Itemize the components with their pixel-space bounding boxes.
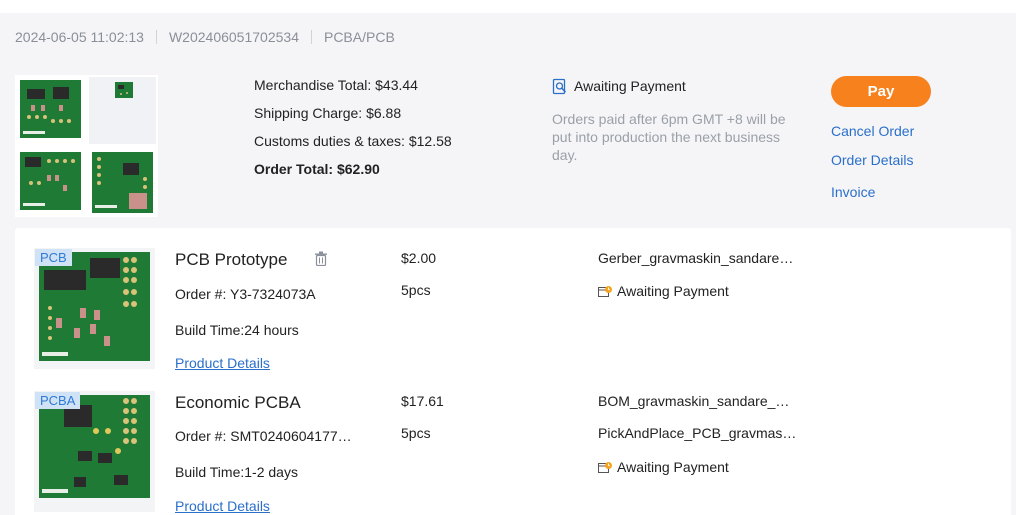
divider: [310, 30, 312, 44]
build-time: Build Time:24 hours: [175, 322, 299, 338]
status-note: Orders paid after 6pm GMT +8 will be put…: [552, 111, 786, 163]
file-name[interactable]: Gerber_gravmaskin_sandare…: [598, 250, 793, 266]
file-status: Awaiting Payment: [598, 283, 729, 299]
search-doc-icon: [552, 78, 567, 94]
pending-icon: [598, 461, 612, 473]
order-meta: 2024-06-05 11:02:13 W202406051702534 PCB…: [15, 29, 395, 45]
product-details-link[interactable]: Product Details: [175, 355, 270, 371]
pay-button[interactable]: Pay: [831, 76, 931, 107]
order-number-line: Order #: Y3-7324073A: [175, 286, 316, 302]
order-items-card: PCB PCB Prototype Order #: Y3-7324073A B…: [15, 228, 1011, 515]
product-name: Economic PCBA: [175, 393, 301, 412]
cancel-order-link[interactable]: Cancel Order: [831, 123, 914, 139]
product-image[interactable]: PCB: [34, 248, 155, 369]
pcb-board-image: [39, 252, 150, 361]
pcb-thumbnail: [20, 80, 81, 138]
customs-duties: Customs duties & taxes: $12.58: [254, 133, 452, 149]
item-quantity: 5pcs: [401, 425, 431, 441]
pcba-board-image: [39, 395, 150, 498]
product-type-badge: PCBA: [35, 392, 81, 409]
invoice-link[interactable]: Invoice: [831, 184, 875, 200]
product-type-badge: PCB: [35, 249, 72, 266]
build-time: Build Time:1-2 days: [175, 464, 298, 480]
order-category: PCBA/PCB: [323, 29, 395, 45]
pending-icon: [598, 285, 612, 297]
pcb-thumbnail: [20, 152, 81, 210]
top-strip: [0, 0, 1016, 13]
order-date: 2024-06-05 11:02:13: [15, 29, 144, 45]
trash-icon[interactable]: [314, 251, 328, 266]
order-number: W202406051702534: [168, 29, 299, 45]
order-number-line: Order #: SMT0240604177…: [175, 428, 352, 444]
file-name[interactable]: PickAndPlace_PCB_gravmas…: [598, 425, 796, 441]
item-price: $2.00: [401, 250, 437, 266]
merchandise-total: Merchandise Total: $43.44: [254, 77, 418, 93]
shipping-charge: Shipping Charge: $6.88: [254, 105, 402, 121]
product-name: PCB Prototype: [175, 250, 288, 269]
item-quantity: 5pcs: [401, 282, 431, 298]
order-thumbnails[interactable]: [15, 75, 158, 217]
pcb-thumbnail: [92, 152, 153, 213]
file-status: Awaiting Payment: [598, 459, 729, 475]
file-name[interactable]: BOM_gravmaskin_sandare_…: [598, 393, 789, 409]
item-price: $17.61: [401, 393, 444, 409]
divider: [155, 30, 157, 44]
order-totals: Merchandise Total: $43.44 Shipping Charg…: [254, 77, 452, 189]
order-actions: Pay Cancel Order Order Details Invoice: [831, 76, 931, 200]
pcb-thumbnail: [89, 77, 156, 144]
status-label: Awaiting Payment: [574, 78, 686, 94]
order-details-link[interactable]: Order Details: [831, 152, 913, 168]
product-details-link[interactable]: Product Details: [175, 498, 270, 514]
order-status: Awaiting Payment Orders paid after 6pm G…: [552, 77, 792, 164]
file-status-label: Awaiting Payment: [617, 283, 729, 299]
product-image[interactable]: PCBA: [34, 391, 155, 512]
file-status-label: Awaiting Payment: [617, 459, 729, 475]
order-total: Order Total: $62.90: [254, 161, 380, 177]
